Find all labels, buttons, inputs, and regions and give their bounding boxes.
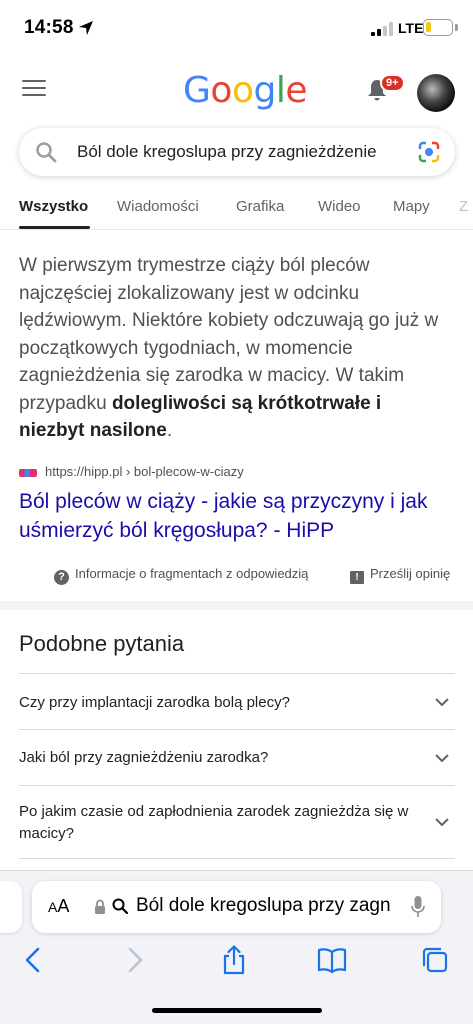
location-arrow-icon	[79, 21, 93, 35]
logo-letter: l	[275, 70, 286, 111]
related-question-item[interactable]: Po jakim czasie od zapłodnienia zarodek …	[19, 785, 455, 859]
search-tabs: Wszystko Wiadomości Grafika Wideo Mapy Z	[0, 190, 473, 230]
snippet-text-end: .	[166, 420, 173, 441]
address-text[interactable]: Ból dole kregoslupa przy zagnieżdżenie	[136, 895, 391, 917]
source-url[interactable]: https://hipp.pl › bol-plecow-w-ciazy	[45, 464, 244, 479]
related-questions-title: Podobne pytania	[19, 631, 185, 656]
hipp-favicon-icon	[19, 468, 37, 477]
reader-options-button[interactable]: AA	[48, 896, 69, 917]
snippet-info-row: ? Informacje o fragmentach z odpowiedzią …	[0, 566, 473, 586]
tab-news[interactable]: Wiadomości	[117, 198, 199, 215]
tabs-overview-icon[interactable]	[420, 945, 450, 975]
logo-letter: G	[183, 70, 211, 111]
status-time: 14:58	[24, 17, 74, 38]
feedback-label: Prześlij opinię	[370, 566, 451, 581]
network-type: LTE	[398, 20, 424, 36]
safari-bottom-bar: AA Ból dole kregoslupa przy zagnieżdżeni…	[0, 870, 473, 1024]
related-questions-list: Czy przy implantacji zarodka bolą plecy?…	[19, 673, 455, 859]
related-question-text: Jaki ból przy zagnieżdżeniu zarodka?	[19, 749, 269, 766]
result-title-link[interactable]: Ból pleców w ciąży - jakie są przyczyny …	[19, 487, 449, 545]
search-query-text[interactable]: Ból dole kregoslupa przy zagnieżdżenie	[77, 142, 377, 162]
chevron-down-icon	[435, 754, 449, 763]
address-bar[interactable]: AA Ból dole kregoslupa przy zagnieżdżeni…	[32, 881, 441, 933]
hamburger-menu-icon[interactable]	[22, 80, 46, 98]
battery-icon	[423, 19, 453, 36]
google-logo[interactable]: Google	[183, 70, 307, 111]
search-icon	[36, 142, 57, 163]
tab-more-partial[interactable]: Z	[459, 198, 468, 215]
related-question-text: Po jakim czasie od zapłodnienia zarodek …	[19, 803, 409, 842]
tab-all[interactable]: Wszystko	[19, 198, 88, 215]
related-question-text: Czy przy implantacji zarodka bolą plecy?	[19, 694, 290, 711]
battery-tip	[455, 24, 458, 31]
logo-letter: o	[231, 70, 254, 111]
back-chevron-icon[interactable]	[18, 945, 48, 975]
google-lens-icon[interactable]	[417, 140, 441, 164]
lock-icon	[95, 899, 105, 914]
featured-snippet-text: W pierwszym trymestrze ciąży ból pleców …	[19, 252, 449, 445]
logo-letter: g	[253, 70, 276, 111]
search-icon	[112, 898, 128, 914]
feedback-icon: !	[350, 571, 364, 584]
tab-images[interactable]: Grafika	[236, 198, 284, 215]
previous-tab-peek[interactable]	[0, 881, 22, 933]
result-source[interactable]: https://hipp.pl › bol-plecow-w-ciazy	[19, 464, 449, 482]
cellular-signal-icon	[371, 22, 393, 36]
section-divider	[0, 601, 473, 610]
about-snippets-button[interactable]: ? Informacje o fragmentach z odpowiedzią	[54, 566, 308, 585]
share-icon[interactable]	[219, 945, 249, 975]
avatar[interactable]	[417, 74, 455, 112]
notification-badge: 9+	[380, 74, 405, 92]
tab-videos[interactable]: Wideo	[318, 198, 361, 215]
help-icon: ?	[54, 570, 69, 585]
related-question-item[interactable]: Jaki ból przy zagnieżdżeniu zarodka?	[19, 729, 455, 785]
tab-maps[interactable]: Mapy	[393, 198, 430, 215]
about-snippets-label: Informacje o fragmentach z odpowiedzią	[75, 566, 309, 581]
forward-chevron-icon[interactable]	[120, 945, 150, 975]
search-box[interactable]: Ból dole kregoslupa przy zagnieżdżenie	[19, 128, 455, 176]
chevron-down-icon	[435, 818, 449, 827]
google-header: Google 9+	[0, 56, 473, 122]
active-tab-indicator	[19, 226, 90, 229]
microphone-icon[interactable]	[411, 895, 425, 919]
snippet-text-plain: W pierwszym trymestrze ciąży ból pleców …	[19, 255, 439, 414]
chevron-down-icon	[435, 698, 449, 707]
feedback-button[interactable]: ! Prześlij opinię	[350, 566, 450, 584]
logo-letter: e	[285, 70, 307, 111]
bookmarks-book-icon[interactable]	[317, 945, 347, 975]
logo-letter: o	[210, 70, 232, 111]
status-bar: 14:58 LTE	[0, 0, 473, 56]
related-question-item[interactable]: Czy przy implantacji zarodka bolą plecy?	[19, 673, 455, 729]
home-indicator[interactable]	[152, 1008, 322, 1013]
